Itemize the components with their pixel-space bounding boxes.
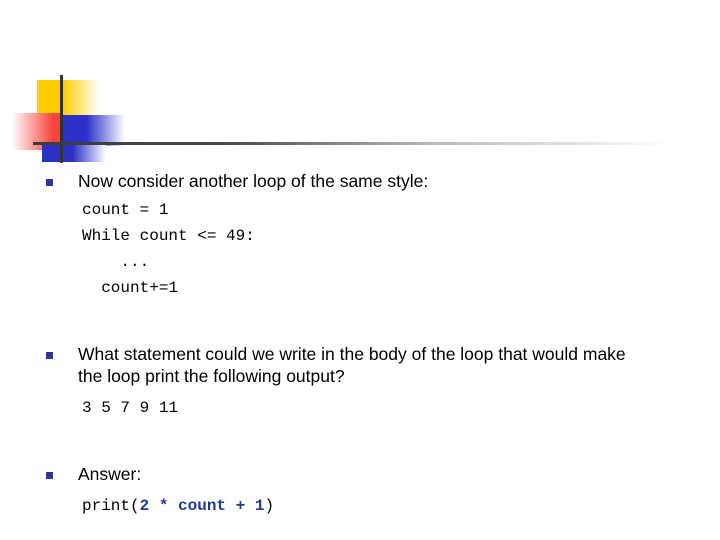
yellow-square-icon — [37, 80, 99, 123]
red-square-icon — [12, 113, 62, 150]
code-line-3: ... — [82, 253, 150, 271]
bullet-item-2: What statement could we write in the bod… — [0, 343, 720, 387]
content-block-1: Now consider another loop of the same st… — [0, 170, 720, 301]
bullet-square-icon — [46, 352, 53, 359]
answer-prefix: print( — [82, 497, 140, 515]
bullet-square-icon — [46, 472, 53, 479]
code-block-2: 3 5 7 9 11 — [0, 395, 720, 421]
bullet-square-icon — [46, 179, 53, 186]
code-line-2: While count <= 49: — [82, 227, 255, 245]
answer-suffix: ) — [264, 497, 275, 515]
bullet-text-2: What statement could we write in the bod… — [78, 344, 626, 386]
code-line-1: count = 1 — [82, 201, 169, 219]
bullet-text-1: Now consider another loop of the same st… — [78, 171, 429, 191]
horizontal-rule — [33, 142, 673, 145]
bullet-item-3: Answer: — [0, 463, 720, 485]
slide-content: Now consider another loop of the same st… — [0, 160, 720, 519]
decorative-header-graphic — [0, 0, 720, 170]
vertical-rule — [60, 75, 63, 163]
output-line: 3 5 7 9 11 — [82, 399, 179, 417]
bullet-item-1: Now consider another loop of the same st… — [0, 170, 720, 192]
code-block-3: print(2 * count + 1) — [0, 493, 720, 519]
code-line-4: count+=1 — [82, 279, 179, 297]
blue-square-icon — [63, 115, 125, 146]
blue-bar-icon — [42, 142, 106, 162]
code-block-1: count = 1 While count <= 49: ... count+=… — [0, 197, 720, 301]
content-block-2: What statement could we write in the bod… — [0, 343, 720, 421]
answer-expression: 2 * count + 1 — [139, 497, 265, 515]
slide: Now consider another loop of the same st… — [0, 0, 720, 540]
content-block-3: Answer: print(2 * count + 1) — [0, 463, 720, 519]
bullet-text-3: Answer: — [78, 464, 142, 484]
